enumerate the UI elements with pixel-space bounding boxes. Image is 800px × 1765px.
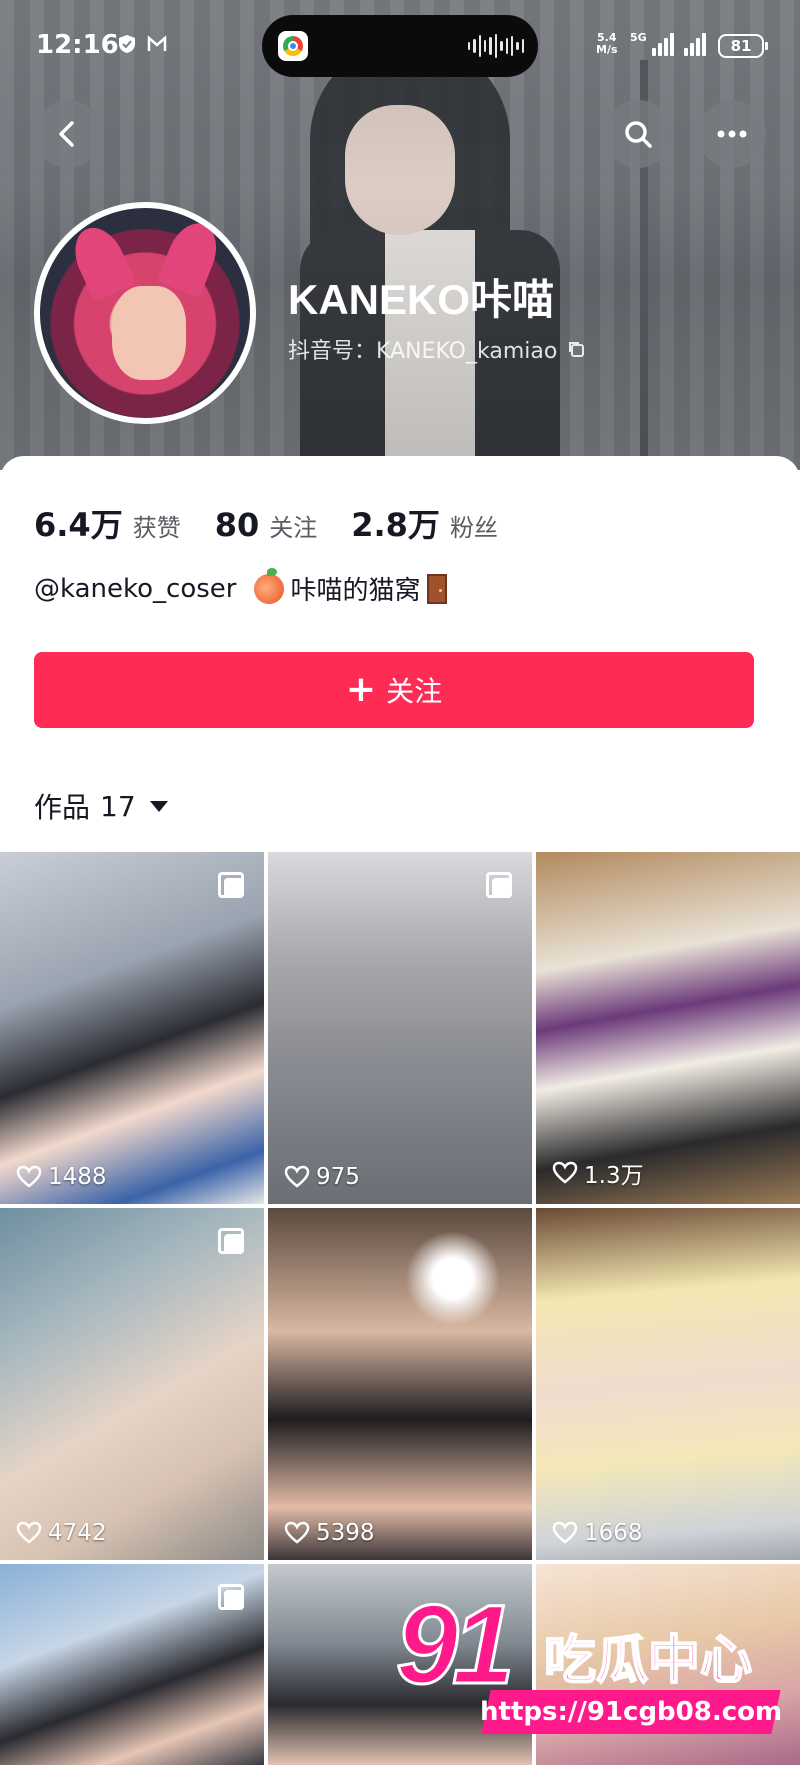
search-icon [625,121,652,148]
stats-row: 6.4万 获赞 80 关注 2.8万 粉丝 [34,500,532,546]
followers-label: 粉丝 [449,514,498,542]
heart-icon [284,1165,310,1188]
door-emoji-icon [426,573,447,604]
mail-icon [147,35,167,51]
peach-emoji-icon [254,567,285,604]
watermark-text: 吃瓜中心 [543,1630,753,1692]
multi-image-icon [218,872,244,898]
audio-wave-icon [468,34,524,58]
following-count[interactable]: 80 [215,506,260,544]
more-icon [717,130,747,138]
works-tab[interactable]: 作品 17 [34,786,168,826]
douyin-id-text: 抖音号：KANEKO_kamiao [288,339,558,364]
like-count: 4742 [16,1520,107,1546]
like-count: 1668 [552,1520,643,1546]
signal-icon [652,32,674,56]
shield-icon [119,35,135,53]
search-button[interactable] [604,100,672,168]
signal-icon-2 [684,32,706,56]
like-count: 1488 [16,1164,107,1190]
heart-icon [552,1521,578,1544]
likes-count[interactable]: 6.4万 [34,500,123,546]
caret-down-icon [149,800,168,812]
bio: @kaneko_coser 咔喵的猫窝 [34,567,447,607]
video-tile[interactable]: 1488 [0,852,264,1204]
bio-text: 咔喵的猫窝 [290,576,421,606]
likes-label: 获赞 [132,514,181,542]
followers-count[interactable]: 2.8万 [351,500,440,546]
plus-icon: + [345,669,377,710]
profile-name: KANEKO咔喵 [288,276,555,323]
multi-image-icon [486,872,512,898]
heart-icon [284,1521,310,1544]
works-label: 作品 [34,791,91,824]
avatar[interactable] [34,202,256,424]
network-type: 5G [630,31,647,44]
more-button[interactable] [698,100,766,168]
video-tile[interactable] [0,1564,264,1765]
like-count: 1.3万 [552,1156,644,1190]
like-count: 975 [284,1164,360,1190]
works-count: 17 [100,789,136,823]
dynamic-island [262,15,538,77]
like-count: 5398 [284,1520,375,1546]
back-icon [59,121,74,147]
video-tile[interactable]: 5398 [268,1208,532,1560]
watermark-url: https://91cgb08.com [480,1690,782,1734]
back-button[interactable] [34,100,102,168]
status-time: 12:16 [36,30,119,60]
multi-image-icon [218,1228,244,1254]
video-tile[interactable]: 975 [268,852,532,1204]
video-tile[interactable]: 1.3万 [536,852,800,1204]
follow-label: 关注 [386,675,443,708]
copy-icon[interactable] [567,340,585,358]
following-label: 关注 [269,514,318,542]
follow-button[interactable]: + 关注 [34,652,754,728]
multi-image-icon [218,1584,244,1610]
profile-card: 6.4万 获赞 80 关注 2.8万 粉丝 @kaneko_coser 咔喵的猫… [0,456,800,852]
bio-handle[interactable]: @kaneko_coser [34,574,236,604]
chrome-icon [278,31,308,61]
heart-icon [16,1165,42,1188]
battery-indicator: 81 [718,34,768,58]
heart-icon [552,1161,578,1184]
video-tile[interactable]: 4742 [0,1208,264,1560]
site-watermark: 91 吃瓜中心 https://91cgb08.com [395,1580,786,1740]
video-tile[interactable]: 1668 [536,1208,800,1560]
heart-icon [16,1521,42,1544]
network-speed: 5.4 M/s [596,31,618,56]
douyin-id[interactable]: 抖音号：KANEKO_kamiao [288,333,585,365]
status-bar: 12:16 5.4 M/s 5G 81 [0,0,800,92]
